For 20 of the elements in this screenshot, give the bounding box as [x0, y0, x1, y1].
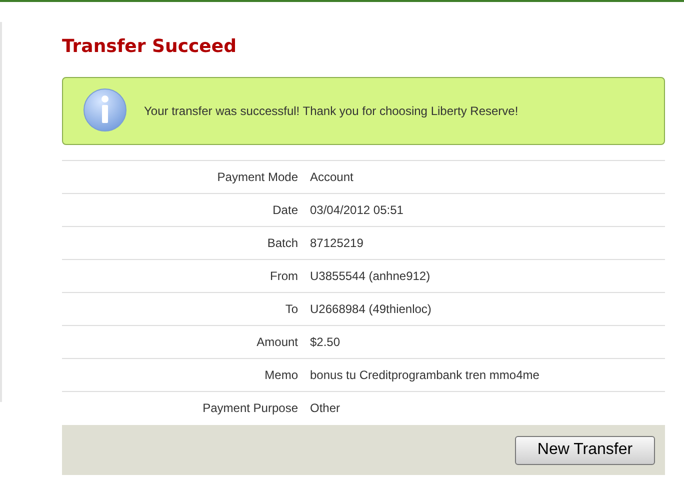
new-transfer-button[interactable]: New Transfer: [515, 436, 655, 464]
page-title: Transfer Succeed: [62, 35, 238, 59]
detail-label: Amount: [256, 335, 298, 349]
detail-value: 03/04/2012 05:51: [310, 203, 404, 217]
detail-value: Other: [310, 401, 342, 415]
detail-value: 87125219: [310, 236, 364, 250]
detail-label: From: [269, 269, 298, 283]
detail-value: U3855544 (anhne912): [310, 269, 432, 283]
detail-value: bonus tu Creditprogrambank tren mmo4me: [310, 368, 540, 382]
detail-label: To: [284, 302, 298, 316]
detail-value: U2668984 (49thienloc): [310, 302, 432, 316]
detail-value: Account: [310, 170, 354, 184]
success-message: Your transfer was successful! Thank you for choosing Liberty Reserve!: [144, 104, 518, 118]
detail-label: Payment Purpose: [202, 401, 298, 415]
detail-label: Date: [272, 203, 298, 217]
info-icon: [82, 88, 128, 134]
detail-value: $2.50: [310, 335, 342, 349]
detail-label: Memo: [264, 368, 298, 382]
detail-label: Batch: [266, 236, 298, 250]
detail-label: Payment Mode: [216, 170, 298, 184]
